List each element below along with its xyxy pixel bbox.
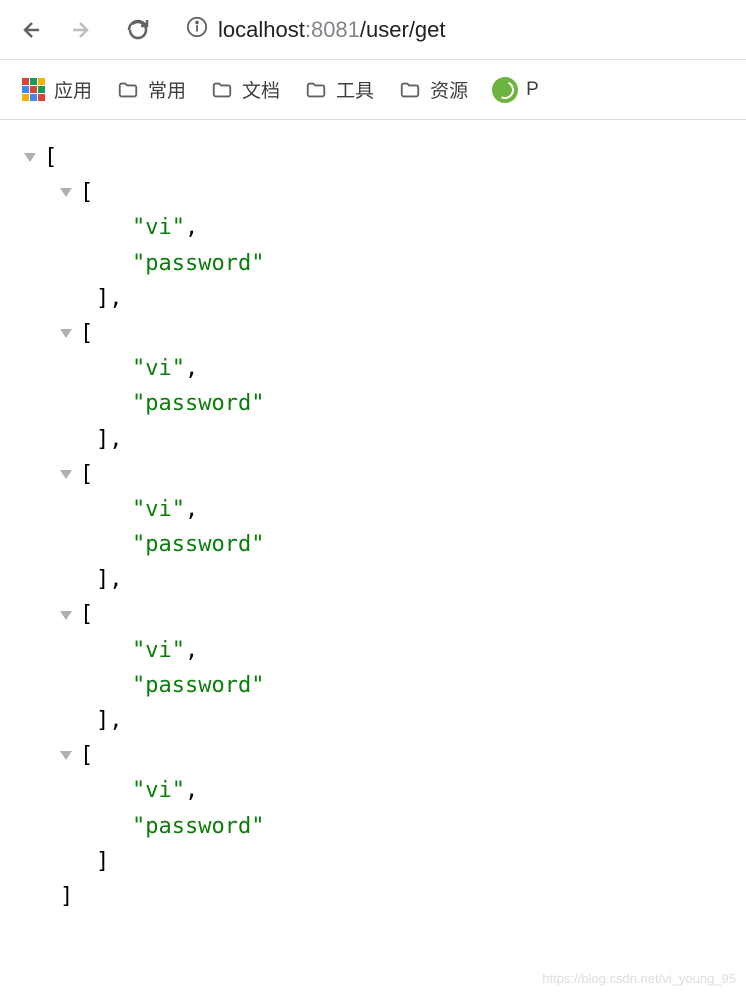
- back-button[interactable]: [12, 10, 52, 50]
- bookmark-folder-resources[interactable]: 资源: [398, 76, 468, 103]
- json-string: "vi": [132, 633, 185, 668]
- json-string: "vi": [132, 492, 185, 527]
- chevron-down-icon[interactable]: [60, 329, 72, 338]
- folder-icon: [304, 79, 328, 101]
- json-close-row: ],: [24, 703, 726, 738]
- bookmark-folder-tools[interactable]: 工具: [304, 76, 374, 103]
- site-info-icon[interactable]: [186, 16, 208, 44]
- chevron-down-icon[interactable]: [60, 751, 72, 760]
- folder-icon: [116, 79, 140, 101]
- json-close-row: ],: [24, 281, 726, 316]
- bookmark-label: P: [526, 79, 539, 101]
- json-value-row: "password": [24, 246, 726, 281]
- json-comma: ,: [185, 492, 198, 527]
- json-value-row: "password": [24, 809, 726, 844]
- json-comma: ,: [109, 562, 122, 597]
- json-string: "password": [132, 527, 264, 562]
- json-comma: ,: [185, 773, 198, 808]
- json-close-row: ]: [24, 879, 726, 914]
- chevron-down-icon[interactable]: [24, 153, 36, 162]
- json-value-row: "vi",: [24, 773, 726, 808]
- url-host: localhost: [218, 17, 305, 42]
- spring-icon: [492, 77, 518, 103]
- json-bracket: [: [44, 140, 57, 175]
- json-close-row: ]: [24, 844, 726, 879]
- json-string: "vi": [132, 351, 185, 386]
- bookmark-label: 文档: [242, 76, 280, 103]
- json-bracket: [: [80, 457, 93, 492]
- json-value-row: "vi",: [24, 633, 726, 668]
- json-value-row: "password": [24, 527, 726, 562]
- json-string: "vi": [132, 773, 185, 808]
- json-comma: ,: [185, 633, 198, 668]
- json-string: "password": [132, 809, 264, 844]
- json-comma: ,: [109, 422, 122, 457]
- address-bar[interactable]: localhost:8081/user/get: [186, 16, 734, 44]
- apps-label: 应用: [54, 76, 92, 103]
- url-text: localhost:8081/user/get: [218, 17, 446, 43]
- json-bracket: [: [80, 738, 93, 773]
- json-bracket: [: [80, 597, 93, 632]
- bookmark-label: 资源: [430, 76, 468, 103]
- json-value-row: "vi",: [24, 351, 726, 386]
- bookmark-label: 常用: [148, 76, 186, 103]
- json-comma: ,: [185, 210, 198, 245]
- chevron-down-icon[interactable]: [60, 611, 72, 620]
- json-toggle-row[interactable]: [: [24, 457, 726, 492]
- bookmark-folder-docs[interactable]: 文档: [210, 76, 280, 103]
- json-value-row: "vi",: [24, 210, 726, 245]
- json-value-row: "vi",: [24, 492, 726, 527]
- chevron-down-icon[interactable]: [60, 188, 72, 197]
- json-toggle-row[interactable]: [: [24, 738, 726, 773]
- url-port: :8081: [305, 17, 360, 42]
- json-viewer: [ [ "vi", "password" ], [ "vi", "passwor…: [0, 120, 746, 934]
- json-comma: ,: [109, 281, 122, 316]
- folder-icon: [398, 79, 422, 101]
- reload-button[interactable]: [118, 10, 158, 50]
- watermark-text: https://blog.csdn.net/vi_young_95: [542, 971, 736, 986]
- bookmark-spring[interactable]: P: [492, 77, 539, 103]
- json-value-row: "password": [24, 668, 726, 703]
- json-string: "vi": [132, 210, 185, 245]
- json-string: "password": [132, 668, 264, 703]
- browser-nav-bar: localhost:8081/user/get: [0, 0, 746, 60]
- json-close-row: ],: [24, 422, 726, 457]
- json-toggle-row[interactable]: [: [24, 597, 726, 632]
- json-comma: ,: [185, 351, 198, 386]
- url-path: /user/get: [360, 17, 446, 42]
- json-bracket: [: [80, 316, 93, 351]
- json-string: "password": [132, 386, 264, 421]
- apps-button[interactable]: 应用: [22, 76, 92, 103]
- json-string: "password": [132, 246, 264, 281]
- apps-icon: [22, 78, 46, 102]
- bookmark-folder-common[interactable]: 常用: [116, 76, 186, 103]
- json-toggle-row[interactable]: [: [24, 316, 726, 351]
- json-value-row: "password": [24, 386, 726, 421]
- json-bracket: ]: [96, 844, 109, 879]
- json-close-row: ],: [24, 562, 726, 597]
- bookmarks-bar: 应用 常用 文档 工具 资源: [0, 60, 746, 120]
- json-bracket: ]: [96, 562, 109, 597]
- forward-button[interactable]: [60, 10, 100, 50]
- json-toggle-row[interactable]: [: [24, 140, 726, 175]
- bookmark-label: 工具: [336, 76, 374, 103]
- folder-icon: [210, 79, 234, 101]
- json-bracket: ]: [96, 703, 109, 738]
- json-comma: ,: [109, 703, 122, 738]
- json-toggle-row[interactable]: [: [24, 175, 726, 210]
- chevron-down-icon[interactable]: [60, 470, 72, 479]
- json-bracket: [: [80, 175, 93, 210]
- json-bracket: ]: [96, 281, 109, 316]
- json-bracket: ]: [60, 879, 73, 914]
- json-bracket: ]: [96, 422, 109, 457]
